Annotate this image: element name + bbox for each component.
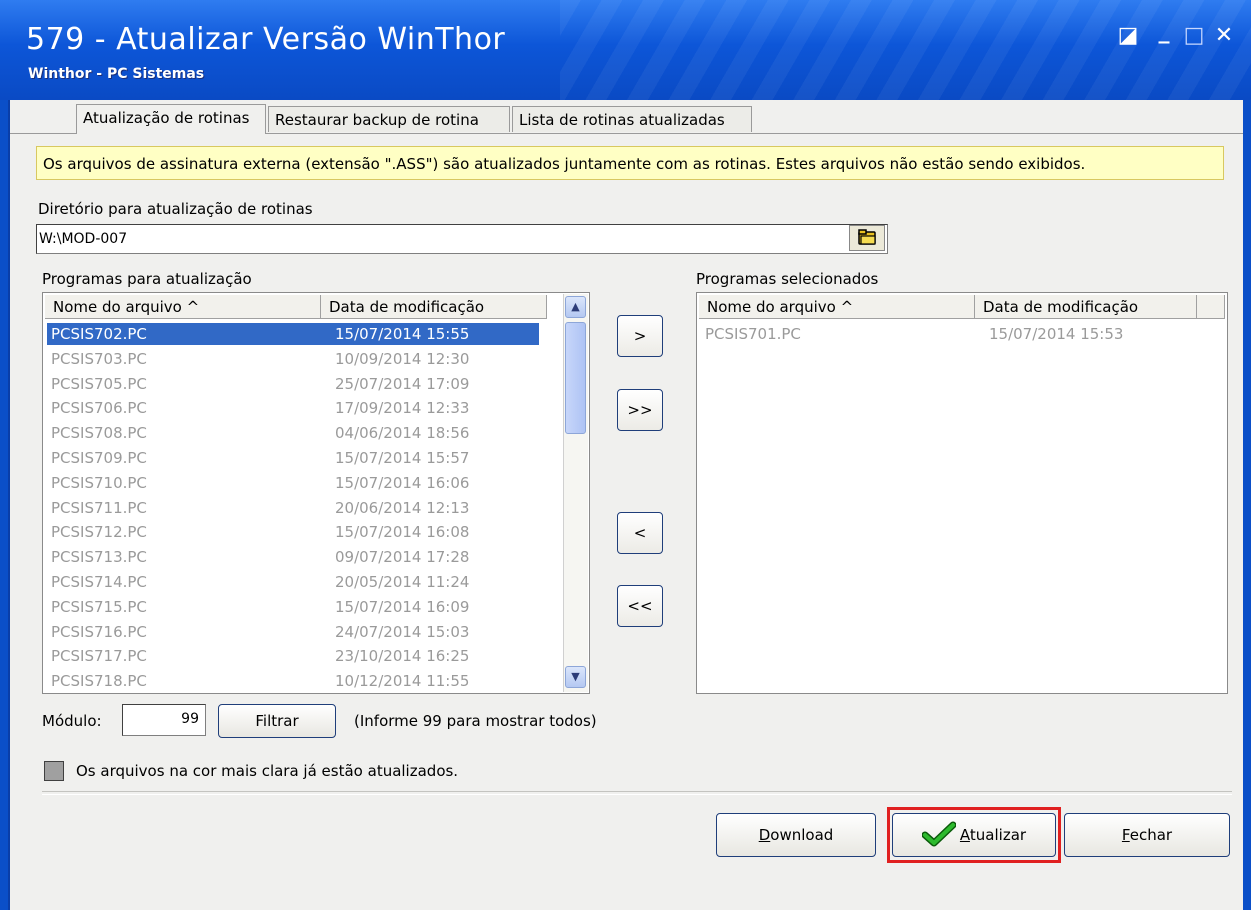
help-icon[interactable]: ◪ xyxy=(1114,22,1142,50)
row-filename: PCSIS705.PC xyxy=(51,374,147,393)
legend-swatch xyxy=(44,761,64,781)
table-row[interactable]: PCSIS716.PC 24/07/2014 15:03 xyxy=(47,621,539,643)
table-row[interactable]: PCSIS712.PC 15/07/2014 16:08 xyxy=(47,521,539,543)
row-filename: PCSIS710.PC xyxy=(51,473,147,492)
row-date: 15/07/2014 16:09 xyxy=(335,597,470,616)
table-row[interactable]: PCSIS706.PC 17/09/2014 12:33 xyxy=(47,397,539,419)
column-header-filler xyxy=(1197,295,1225,319)
modulo-hint: (Informe 99 para mostrar todos) xyxy=(354,712,597,730)
table-row[interactable]: PCSIS714.PC 20/05/2014 11:24 xyxy=(47,571,539,593)
table-row[interactable]: PCSIS710.PC 15/07/2014 16:06 xyxy=(47,472,539,494)
add-selected-button[interactable]: > xyxy=(617,315,663,357)
tab-atualizacao[interactable]: Atualização de rotinas xyxy=(76,104,266,134)
tab-restaurar-backup[interactable]: Restaurar backup de rotina xyxy=(268,106,510,132)
download-accel: D xyxy=(758,826,771,844)
row-date: 23/10/2014 16:25 xyxy=(335,647,470,666)
row-filename: PCSIS716.PC xyxy=(51,622,147,641)
row-filename: PCSIS717.PC xyxy=(51,647,147,666)
row-date: 15/07/2014 16:08 xyxy=(335,523,470,542)
column-header-date[interactable]: Data de modificação xyxy=(321,295,547,319)
row-filename: PCSIS701.PC xyxy=(705,325,801,343)
window-subtitle: Winthor - PC Sistemas xyxy=(28,66,205,82)
title-bar[interactable]: 579 - Atualizar Versão WinThor Winthor -… xyxy=(0,0,1251,100)
row-date: 25/07/2014 17:09 xyxy=(335,374,470,393)
table-row[interactable]: PCSIS713.PC 09/07/2014 17:28 xyxy=(47,546,539,568)
table-row[interactable]: PCSIS711.PC 20/06/2014 12:13 xyxy=(47,497,539,519)
info-banner: Os arquivos de assinatura externa (exten… xyxy=(36,146,1224,180)
row-filename: PCSIS718.PC xyxy=(51,672,147,691)
maximize-button[interactable]: □ xyxy=(1180,22,1208,50)
modulo-input[interactable]: 99 xyxy=(122,704,206,736)
column-header-filename[interactable]: Nome do arquivo ^ xyxy=(699,295,975,319)
table-row[interactable]: PCSIS717.PC 23/10/2014 16:25 xyxy=(47,645,539,667)
table-row[interactable]: PCSIS715.PC 15/07/2014 16:09 xyxy=(47,596,539,618)
table-row[interactable]: PCSIS709.PC 15/07/2014 15:57 xyxy=(47,447,539,469)
scroll-down-icon[interactable]: ▼ xyxy=(565,666,586,688)
download-label: ownload xyxy=(770,826,834,844)
row-date: 15/07/2014 16:06 xyxy=(335,473,470,492)
row-date: 15/07/2014 15:55 xyxy=(335,325,470,343)
filter-button[interactable]: Filtrar xyxy=(218,704,336,738)
row-filename: PCSIS703.PC xyxy=(51,349,147,368)
close-dialog-button[interactable]: Fechar xyxy=(1064,813,1230,857)
row-date: 04/06/2014 18:56 xyxy=(335,424,470,443)
row-filename: PCSIS711.PC xyxy=(51,498,147,517)
table-row[interactable]: PCSIS701.PC 15/07/2014 15:53 xyxy=(701,323,1191,345)
scroll-thumb[interactable] xyxy=(565,322,586,434)
row-filename: PCSIS702.PC xyxy=(51,325,147,343)
row-date: 15/07/2014 15:53 xyxy=(989,325,1124,343)
row-filename: PCSIS706.PC xyxy=(51,399,147,418)
selected-programs-label: Programas selecionados xyxy=(696,270,879,288)
available-programs-label: Programas para atualização xyxy=(42,270,252,288)
row-date: 10/09/2014 12:30 xyxy=(335,349,470,368)
download-button[interactable]: Download xyxy=(716,813,876,857)
close-accel: F xyxy=(1121,826,1130,844)
row-filename: PCSIS712.PC xyxy=(51,523,147,542)
row-date: 24/07/2014 15:03 xyxy=(335,622,470,641)
table-row[interactable]: PCSIS703.PC 10/09/2014 12:30 xyxy=(47,348,539,370)
legend-text: Os arquivos na cor mais clara já estão a… xyxy=(76,762,459,780)
remove-selected-button[interactable]: < xyxy=(617,512,663,554)
row-date: 17/09/2014 12:33 xyxy=(335,399,470,418)
row-filename: PCSIS708.PC xyxy=(51,424,147,443)
folder-icon xyxy=(858,229,876,245)
close-label: echar xyxy=(1129,826,1173,844)
close-button[interactable]: ✕ xyxy=(1210,22,1238,50)
row-date: 09/07/2014 17:28 xyxy=(335,548,470,567)
tab-strip: Atualização de rotinas Restaurar backup … xyxy=(10,100,1243,134)
client-area: Atualização de rotinas Restaurar backup … xyxy=(10,100,1243,910)
column-header-filename[interactable]: Nome do arquivo ^ xyxy=(45,295,321,319)
directory-label: Diretório para atualização de rotinas xyxy=(38,200,313,218)
table-row[interactable]: PCSIS718.PC 10/12/2014 11:55 xyxy=(47,670,539,692)
table-row[interactable]: PCSIS702.PC 15/07/2014 15:55 xyxy=(47,323,539,345)
app-window: 579 - Atualizar Versão WinThor Winthor -… xyxy=(0,0,1251,910)
table-row[interactable]: PCSIS705.PC 25/07/2014 17:09 xyxy=(47,373,539,395)
separator xyxy=(42,791,1232,795)
column-header-date[interactable]: Data de modificação xyxy=(975,295,1197,319)
vertical-scrollbar[interactable]: ▲ ▼ xyxy=(563,294,588,692)
minimize-button[interactable]: _ xyxy=(1150,18,1178,46)
available-programs-list[interactable]: Nome do arquivo ^ Data de modificação PC… xyxy=(42,292,590,694)
row-date: 20/06/2014 12:13 xyxy=(335,498,470,517)
modulo-label: Módulo: xyxy=(42,712,102,730)
folder-browse-button[interactable] xyxy=(849,225,885,251)
row-filename: PCSIS715.PC xyxy=(51,597,147,616)
table-row[interactable]: PCSIS708.PC 04/06/2014 18:56 xyxy=(47,422,539,444)
row-filename: PCSIS709.PC xyxy=(51,449,147,467)
row-filename: PCSIS714.PC xyxy=(51,573,147,591)
remove-all-button[interactable]: << xyxy=(617,585,663,627)
scroll-up-icon[interactable]: ▲ xyxy=(565,296,586,318)
directory-input[interactable]: W:\MOD-007 xyxy=(36,224,888,254)
row-date: 10/12/2014 11:55 xyxy=(335,672,470,691)
selected-programs-list[interactable]: Nome do arquivo ^ Data de modificação PC… xyxy=(696,292,1228,694)
row-date: 15/07/2014 15:57 xyxy=(335,449,470,467)
row-date: 20/05/2014 11:24 xyxy=(335,573,470,591)
row-filename: PCSIS713.PC xyxy=(51,548,147,567)
tab-lista-rotinas[interactable]: Lista de rotinas atualizadas xyxy=(512,106,752,132)
add-all-button[interactable]: >> xyxy=(617,389,663,431)
window-title: 579 - Atualizar Versão WinThor xyxy=(26,22,506,57)
update-button-highlight xyxy=(887,807,1061,863)
